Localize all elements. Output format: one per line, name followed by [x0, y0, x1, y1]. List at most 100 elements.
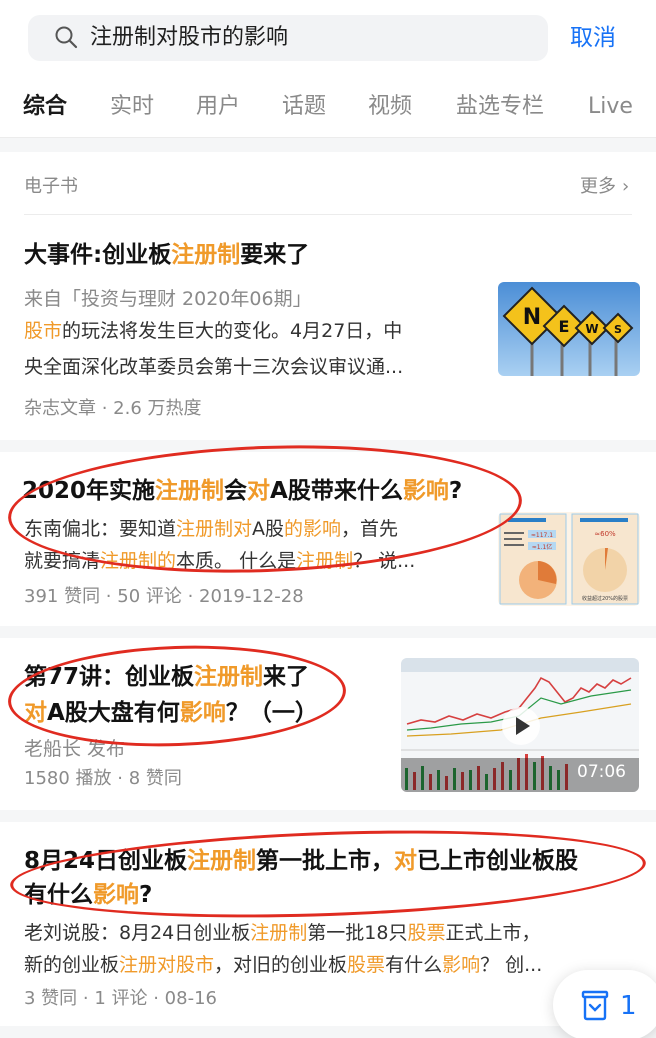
tab-videos[interactable]: 视频	[368, 82, 412, 132]
title-text: ?	[448, 478, 463, 504]
card-gap	[0, 810, 656, 822]
info-number: ≈117.1	[531, 532, 553, 539]
title-text: 大事件:创业板	[24, 242, 172, 268]
title-highlight: 影响	[93, 882, 139, 908]
result-title[interactable]: 大事件:创业板注册制要来了	[24, 238, 309, 272]
result-source: 来自「投资与理财 2020年06期」	[24, 288, 312, 310]
tab-salt-column[interactable]: 盐选专栏	[456, 82, 544, 132]
title-text: 有什么	[24, 882, 93, 908]
title-text: 来了	[263, 664, 310, 690]
title-text: ？（一）	[225, 700, 318, 726]
title-highlight: 注册制	[194, 664, 264, 690]
result-title[interactable]: 有什么影响?	[24, 878, 152, 912]
excerpt-highlight: 注册制对	[176, 518, 253, 540]
excerpt-text: ，对旧的创业板	[214, 954, 348, 976]
excerpt-text: 有什么	[385, 954, 443, 976]
play-button[interactable]	[502, 707, 540, 745]
info-caption: 收益超过20%的股票	[582, 595, 628, 602]
excerpt-highlight: 注册对股市	[119, 954, 215, 976]
excerpt-text: 老刘说股：8月24日创业板	[24, 922, 251, 944]
info-number: ≈60%	[594, 530, 616, 538]
result-meta: 391 赞同 · 50 评论 · 2019-12-28	[24, 586, 304, 607]
infographic-image: ≈117.1 ≈1.1亿 ≈60% 收益超过20%的股票	[498, 512, 640, 606]
result-title[interactable]: 2020年实施注册制会对A股带来什么影响?	[22, 474, 462, 508]
title-text: A股带来什么	[270, 478, 403, 504]
excerpt-highlight: 股市	[24, 320, 63, 342]
result-excerpt: 新的创业板注册对股市，对旧的创业板股票有什么影响？ 创...	[24, 950, 542, 980]
result-excerpt: 央全面深化改革委员会第十三次会议审议通...	[24, 356, 404, 378]
title-highlight: 注册制	[171, 242, 241, 268]
title-text: 会	[224, 478, 248, 504]
section-gap	[0, 138, 656, 152]
title-highlight: 影响	[179, 700, 226, 726]
result-meta: 1580 播放 · 8 赞同	[24, 768, 182, 789]
search-input[interactable]: 注册制对股市的影响	[28, 15, 548, 61]
result-meta: 杂志文章 · 2.6 万热度	[24, 398, 202, 419]
search-icon	[55, 26, 78, 49]
title-text: ?	[139, 882, 153, 908]
info-number: ≈1.1亿	[532, 543, 553, 551]
excerpt-highlight: 股票	[347, 954, 386, 976]
section-divider	[24, 214, 632, 215]
tab-topics[interactable]: 话题	[282, 82, 326, 132]
title-highlight: 注册制	[187, 848, 257, 874]
card-gap	[0, 626, 656, 638]
tab-live[interactable]: Live	[588, 82, 633, 132]
result-excerpt: 东南偏北：要知道注册制对A股的影响，首先	[24, 514, 398, 544]
excerpt-text: 就要搞清	[24, 550, 101, 572]
video-thumbnail[interactable]: 07:06	[401, 658, 639, 792]
result-excerpt: 股市的玩法将发生巨大的变化。4月27日，中	[24, 316, 402, 346]
video-duration: 07:06	[577, 762, 626, 782]
title-highlight: 对	[247, 478, 271, 504]
title-text: A股大盘有何	[47, 700, 180, 726]
excerpt-text: 东南偏北：要知道	[24, 518, 177, 540]
title-text: 第77讲：创业板	[24, 664, 195, 690]
sign-letter: W	[585, 322, 598, 336]
sign-letter: E	[559, 317, 570, 336]
excerpt-highlight: 注册制的	[100, 550, 177, 572]
result-title[interactable]: 对A股大盘有何影响？（一）	[24, 696, 318, 730]
inbox-icon	[581, 990, 609, 1021]
result-excerpt: 老刘说股：8月24日创业板注册制第一批18只股票正式上市，	[24, 918, 541, 948]
ebook-section-title: 电子书	[24, 176, 78, 197]
sign-letter: N	[523, 305, 541, 330]
sign-letter: S	[614, 323, 622, 336]
infographic-thumbnail[interactable]: ≈117.1 ≈1.1亿 ≈60% 收益超过20%的股票	[498, 512, 640, 606]
excerpt-text: 本质。 什么是	[176, 550, 297, 572]
result-title[interactable]: 8月24日创业板注册制第一批上市，对已上市创业板股	[24, 844, 578, 878]
title-text: 8月24日创业板	[24, 848, 188, 874]
excerpt-text: 正式上市，	[445, 922, 541, 944]
tab-realtime[interactable]: 实时	[110, 82, 154, 132]
title-text: 第一批上市，	[256, 848, 395, 874]
excerpt-text: 第一批18只	[307, 922, 408, 944]
tab-users[interactable]: 用户	[196, 82, 240, 132]
excerpt-text: A股	[252, 518, 285, 540]
title-highlight: 对	[394, 848, 418, 874]
news-signs-image: N E W S	[498, 282, 640, 376]
tab-general[interactable]: 综合	[23, 82, 67, 132]
news-signs-thumbnail[interactable]: N E W S	[498, 282, 640, 376]
search-tabs: 综合 实时 用户 话题 视频 盐选专栏 Live	[0, 82, 656, 132]
title-highlight: 注册制	[155, 478, 225, 504]
excerpt-highlight: 注册制	[250, 922, 308, 944]
result-title[interactable]: 第77讲：创业板注册制来了	[24, 660, 309, 694]
excerpt-highlight: 注册制	[296, 550, 354, 572]
title-text: 2020年实施	[22, 478, 156, 504]
chevron-right-icon: ›	[622, 176, 630, 197]
result-excerpt: 就要搞清注册制的本质。 什么是注册制？ 说...	[24, 546, 415, 576]
search-query-text: 注册制对股市的影响	[90, 25, 289, 50]
card-gap	[0, 440, 656, 452]
cancel-button[interactable]: 取消	[570, 15, 616, 61]
excerpt-text: ？ 说...	[353, 550, 416, 572]
excerpt-text: 新的创业板	[24, 954, 120, 976]
excerpt-highlight: 股票	[407, 922, 446, 944]
title-text: 已上市创业板股	[417, 848, 579, 874]
excerpt-text: ，首先	[341, 518, 399, 540]
result-meta: 3 赞同 · 1 评论 · 08-16	[24, 988, 217, 1009]
excerpt-text: ？ 创...	[480, 954, 543, 976]
inbox-count: 1	[620, 991, 637, 1021]
ebook-more-link[interactable]: 更多 ›	[580, 172, 629, 198]
excerpt-text: 的玩法将发生巨大的变化。4月27日，中	[62, 320, 403, 342]
more-label: 更多	[580, 176, 616, 197]
card-gap	[0, 1026, 656, 1038]
